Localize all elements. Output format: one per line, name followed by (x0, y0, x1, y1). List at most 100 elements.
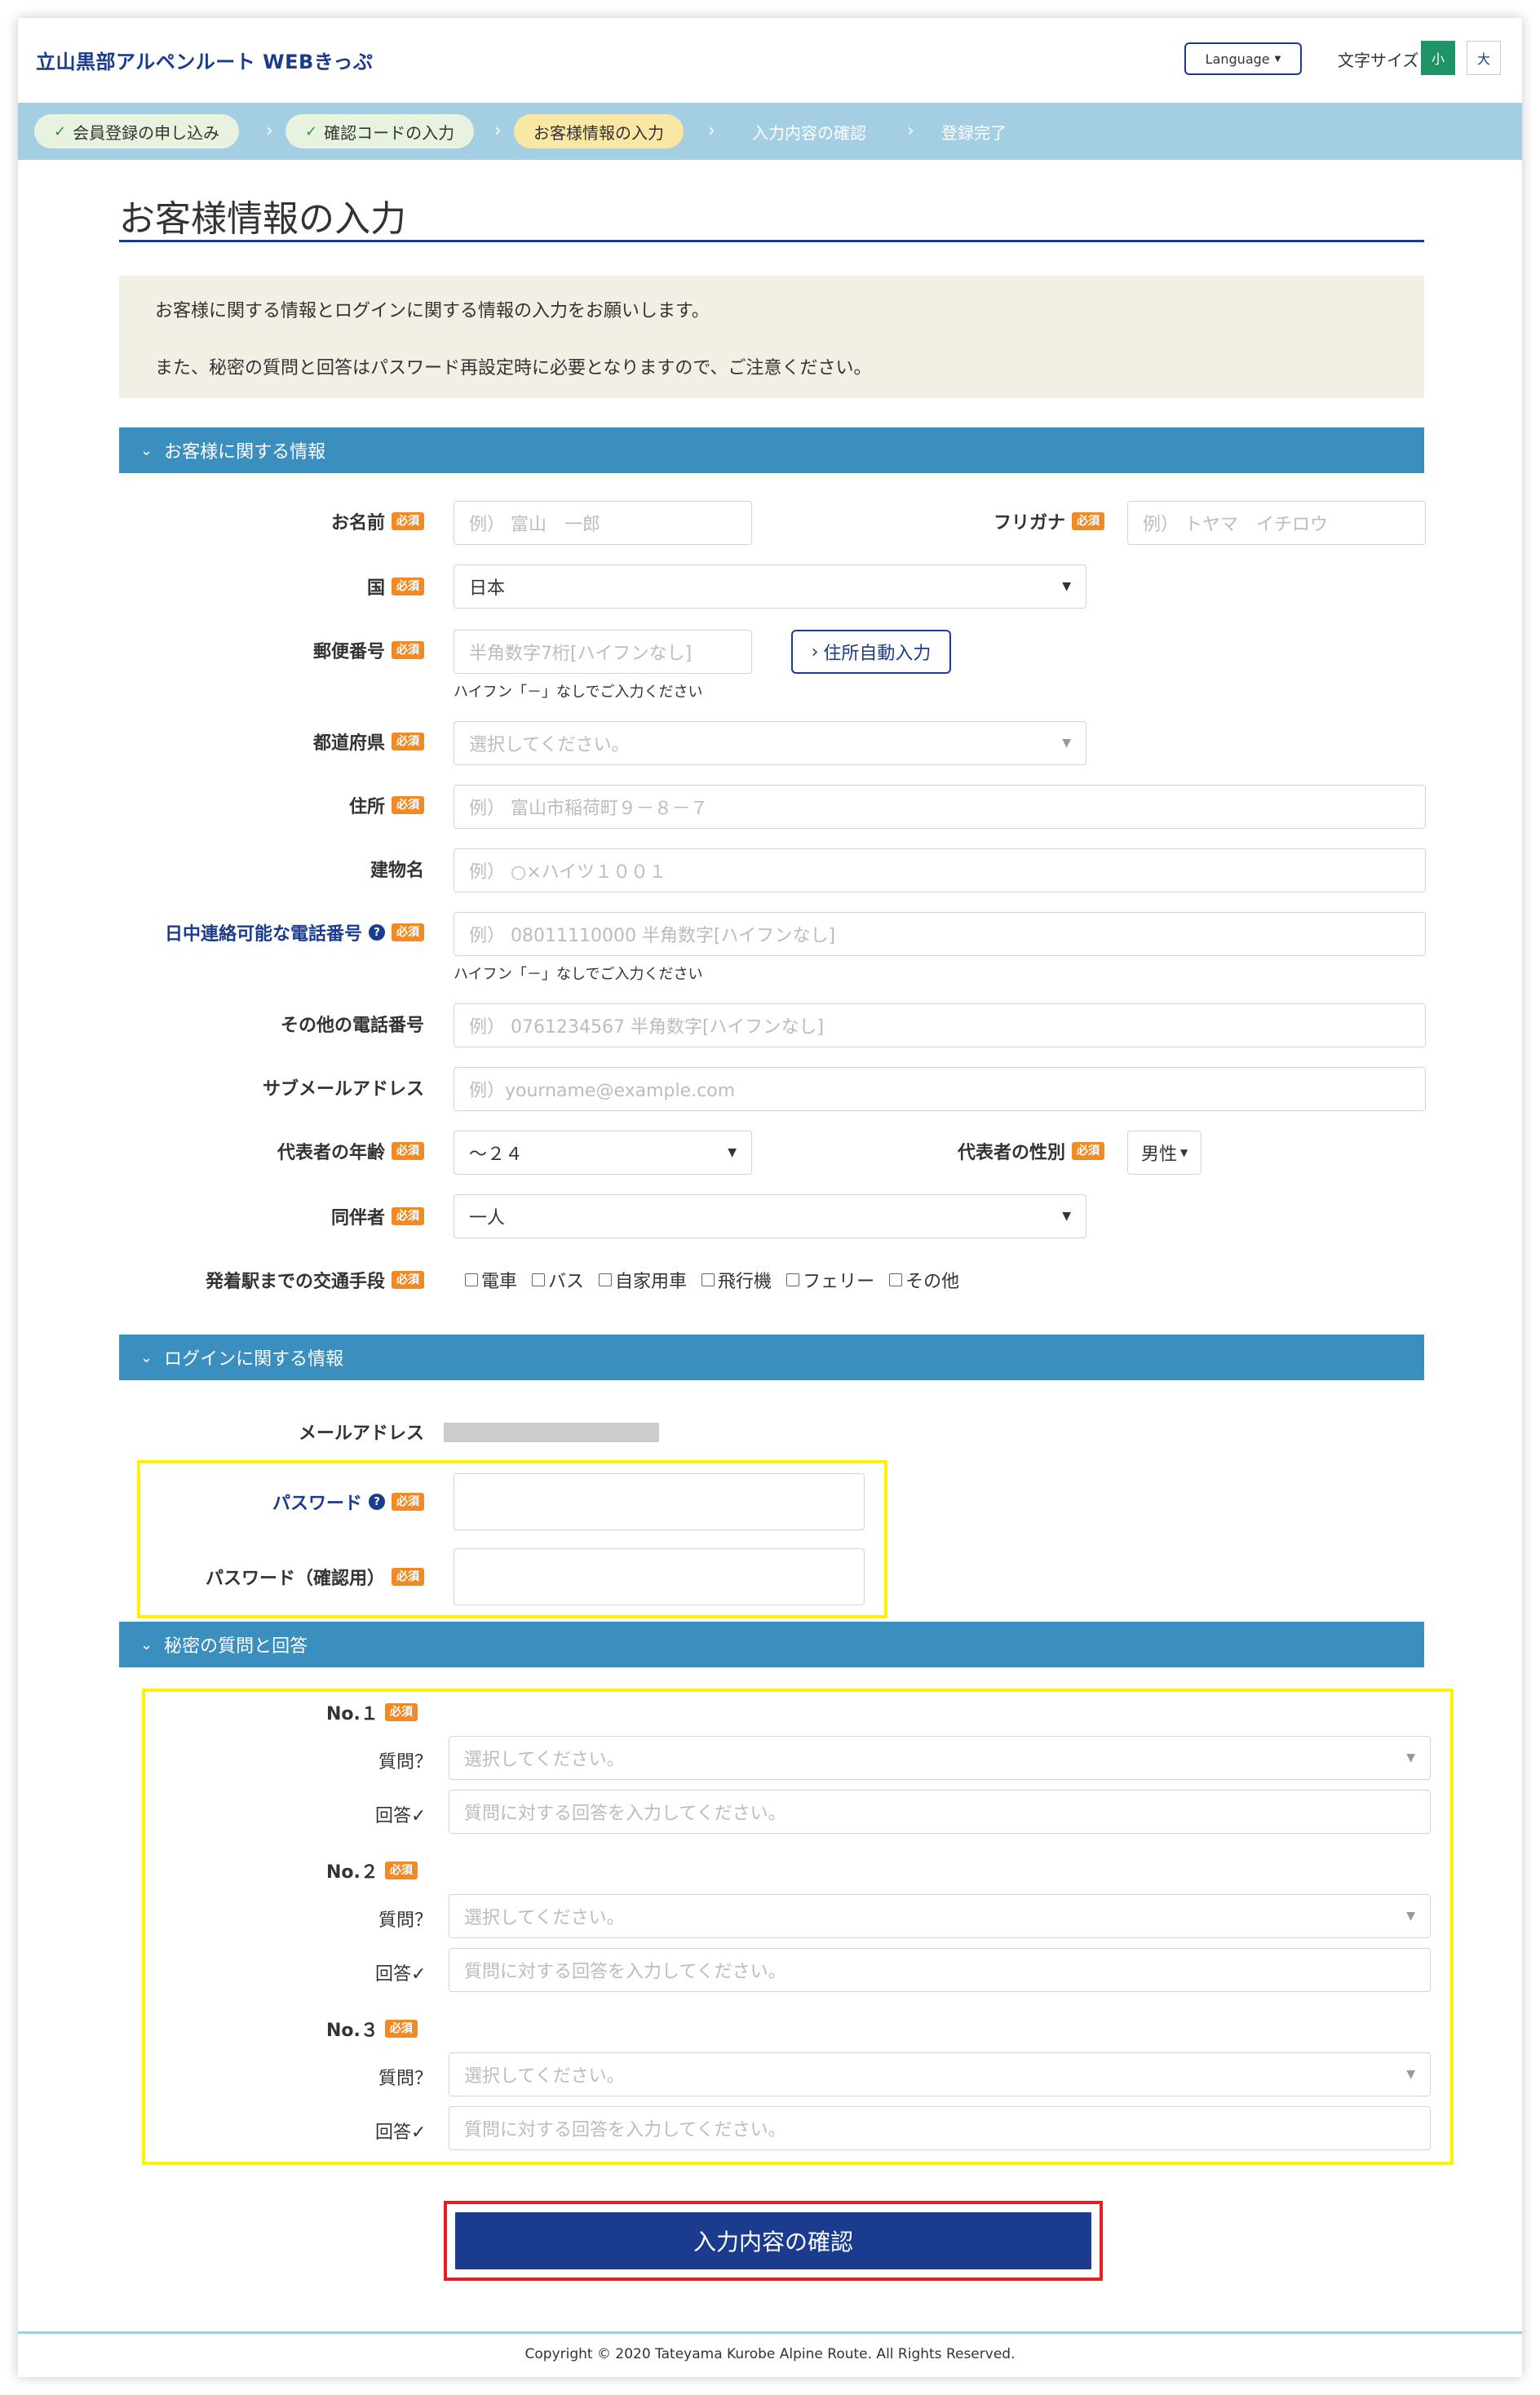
secret-answer-3-input[interactable]: 質問に対する回答を入力してください。 (449, 2106, 1431, 2150)
gender-select[interactable]: 男性 ▼ (1127, 1131, 1202, 1175)
item-number: No.２ (326, 1862, 378, 1883)
chevron-right-icon: › (494, 121, 502, 141)
checkbox[interactable] (599, 1273, 613, 1286)
address-input[interactable]: 例） 富山市稲荷町９－８－７ (454, 785, 1426, 829)
chevron-down-icon: ⌄ (140, 1348, 153, 1366)
placeholder: 例） ○×ハイツ１００１ (469, 862, 667, 883)
secret-question-3-select[interactable]: 選択してください。 ▼ (449, 2052, 1431, 2096)
required-badge: 必須 (384, 1703, 418, 1721)
font-size-large-button[interactable]: 大 (1467, 41, 1501, 75)
label-text: 住所 (348, 797, 385, 817)
country-select[interactable]: 日本 ▼ (454, 564, 1086, 609)
sub-email-label: サブメールアドレス (263, 1065, 424, 1109)
required-badge: 必須 (392, 641, 424, 659)
sub-email-input[interactable]: 例）yourname@example.com (454, 1067, 1426, 1111)
transport-option-car[interactable]: 自家用車 (599, 1267, 687, 1293)
language-button[interactable]: Language ▼ (1184, 42, 1302, 75)
secret-item-3-label: No.３ 必須 (326, 2015, 418, 2043)
secret-item-2-label: No.２ 必須 (326, 1857, 418, 1884)
secret-answer-2-input[interactable]: 質問に対する回答を入力してください。 (449, 1948, 1431, 1992)
building-input[interactable]: 例） ○×ハイツ１００１ (454, 848, 1426, 892)
step-5: 登録完了 (941, 114, 1007, 148)
day-phone-hint: ハイフン「－」なしでご入力ください (454, 966, 703, 983)
checkbox[interactable] (701, 1273, 715, 1286)
notice-line-1: お客様に関する情報とログインに関する情報の入力をお願いします。 (155, 301, 710, 321)
building-label: 建物名 (370, 847, 424, 891)
brand-logo[interactable]: 立山黒部アルペンルート WEBきっぷ (36, 46, 373, 74)
section-secret-header[interactable]: ⌄ 秘密の質問と回答 (119, 1622, 1424, 1667)
checkbox[interactable] (786, 1273, 800, 1286)
answer-label: 回答✓ (375, 1806, 427, 1826)
transport-option-bus[interactable]: バス (532, 1267, 584, 1293)
progress-steps: ✓ 会員登録の申し込み › ✓ 確認コードの入力 › お客様情報の入力 › 入力… (18, 103, 1522, 160)
font-size-label: 文字サイズ (1338, 51, 1419, 70)
password-confirm-input[interactable] (454, 1548, 865, 1605)
label-text: 郵便番号 (312, 642, 385, 662)
day-phone-input[interactable]: 例） 08011110000 半角数字[ハイフンなし] (454, 912, 1426, 956)
label-text: パスワード（確認用） (205, 1569, 385, 1589)
chevron-right-icon: › (708, 121, 715, 141)
required-badge: 必須 (392, 1142, 424, 1160)
confirm-button[interactable]: 入力内容の確認 (454, 2211, 1093, 2271)
email-label: メールアドレス (299, 1410, 424, 1454)
selected-value: ～２４ (469, 1144, 524, 1165)
caret-down-icon: ▼ (1062, 737, 1071, 750)
font-size-small-button[interactable]: 小 (1421, 41, 1455, 75)
required-badge: 必須 (384, 2020, 418, 2038)
step-label: 会員登録の申し込み (73, 122, 220, 143)
question-label: 質問？ (378, 1752, 433, 1773)
label-text: メールアドレス (298, 1423, 424, 1444)
auto-address-button[interactable]: › 住所自動入力 (791, 630, 951, 674)
required-badge: 必須 (392, 578, 424, 595)
label-text: 建物名 (370, 861, 424, 881)
placeholder: 半角数字7桁[ハイフンなし] (469, 644, 693, 664)
step-2: ✓ 確認コードの入力 (285, 114, 475, 148)
prefecture-label: 都道府県 必須 (313, 719, 424, 764)
secret-question-1-select[interactable]: 選択してください。 ▼ (449, 1736, 1431, 1780)
furigana-input[interactable]: 例） トヤマ イチロウ (1127, 501, 1426, 545)
secret-item-1-label: No.１ 必須 (326, 1698, 418, 1726)
name-input[interactable]: 例） 富山 一郎 (454, 501, 752, 545)
caret-down-icon: ▼ (1406, 2068, 1415, 2081)
checkbox[interactable] (532, 1273, 546, 1286)
age-select[interactable]: ～２４ ▼ (454, 1131, 752, 1175)
age-label: 代表者の年齢 必須 (277, 1129, 424, 1173)
section-customer-header[interactable]: ⌄ お客様に関する情報 (119, 427, 1424, 473)
other-phone-input[interactable]: 例） 0761234567 半角数字[ハイフンなし] (454, 1003, 1426, 1047)
option-label: 電車 (481, 1272, 518, 1292)
password-input[interactable] (454, 1473, 865, 1530)
item-number: No.１ (326, 1704, 378, 1724)
step-label: 登録完了 (941, 122, 1007, 143)
selected-value: 一人 (469, 1208, 506, 1228)
checkbox[interactable] (465, 1273, 478, 1286)
button-label: 住所自動入力 (823, 644, 932, 664)
transport-label: 発着駅までの交通手段 必須 (206, 1258, 424, 1302)
placeholder: 例） 富山 一郎 (469, 515, 600, 535)
caret-down-icon: ▼ (1406, 1910, 1415, 1923)
postal-input[interactable]: 半角数字7桁[ハイフンなし] (454, 630, 752, 674)
secret-question-2-select[interactable]: 選択してください。 ▼ (449, 1894, 1431, 1938)
label-text: 代表者の性別 (957, 1143, 1065, 1163)
checkbox[interactable] (889, 1273, 903, 1286)
section-login-header[interactable]: ⌄ ログインに関する情報 (119, 1335, 1424, 1380)
secret-answer-1-input[interactable]: 質問に対する回答を入力してください。 (449, 1790, 1431, 1834)
label-text: お名前 (330, 513, 385, 533)
transport-option-ferry[interactable]: フェリー (786, 1267, 874, 1293)
help-icon[interactable]: ? (369, 1494, 385, 1510)
transport-option-train[interactable]: 電車 (465, 1267, 517, 1293)
companion-select[interactable]: 一人 ▼ (454, 1194, 1086, 1238)
placeholder: 質問に対する回答を入力してください。 (464, 1962, 786, 1982)
address-label: 住所 必須 (349, 783, 424, 827)
help-icon[interactable]: ? (369, 924, 385, 941)
day-phone-label: 日中連絡可能な電話番号 ? 必須 (165, 910, 424, 954)
transport-option-other[interactable]: その他 (889, 1267, 959, 1293)
placeholder: 選択してください。 (464, 1750, 625, 1770)
step-4: 入力内容の確認 (752, 114, 866, 148)
password-confirm-label: パスワード（確認用） 必須 (206, 1555, 424, 1599)
caret-down-icon: ▼ (728, 1146, 737, 1159)
email-value-redacted (444, 1423, 659, 1442)
prefecture-select[interactable]: 選択してください。 ▼ (454, 721, 1086, 765)
caret-down-icon: ▼ (1180, 1147, 1188, 1158)
transport-option-plane[interactable]: 飛行機 (701, 1267, 772, 1293)
page: 立山黒部アルペンルート WEBきっぷ Language ▼ 文字サイズ 小 大 … (18, 18, 1522, 2377)
